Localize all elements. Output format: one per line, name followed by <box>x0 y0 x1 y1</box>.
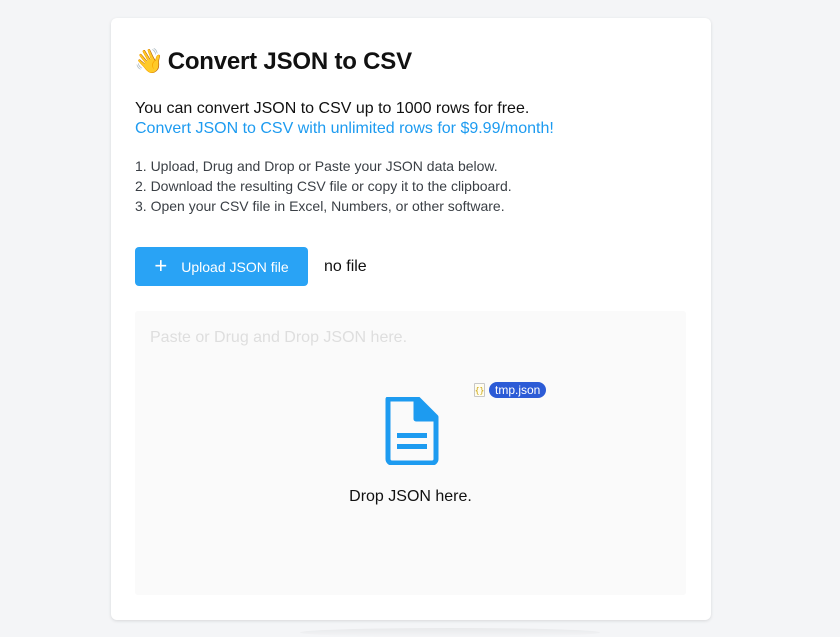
page-title: 👋 Convert JSON to CSV <box>134 48 412 76</box>
plus-icon: + <box>154 252 168 278</box>
instructions-list: 1. Upload, Drug and Drop or Paste your J… <box>135 156 512 216</box>
json-dropzone[interactable]: Drop JSON here. {} tmp.json <box>135 311 686 595</box>
drop-label: Drop JSON here. <box>349 488 472 505</box>
instruction-step: 1. Upload, Drug and Drop or Paste your J… <box>135 158 498 174</box>
document-icon <box>385 397 439 465</box>
dragged-file-name: tmp.json <box>489 382 547 398</box>
json-file-icon: {} <box>474 383 485 397</box>
file-status: no file <box>324 258 367 275</box>
free-limit-text: You can convert JSON to CSV up to 1000 r… <box>135 100 530 117</box>
upgrade-link[interactable]: Convert JSON to CSV with unlimited rows … <box>135 120 554 138</box>
instruction-step: 2. Download the resulting CSV file or co… <box>135 178 512 194</box>
upload-button-label: Upload JSON file <box>181 258 289 275</box>
title-text: Convert JSON to CSV <box>167 48 412 75</box>
instruction-step: 3. Open your CSV file in Excel, Numbers,… <box>135 198 505 214</box>
waving-hand-icon: 👋 <box>134 48 164 75</box>
footer-shadow <box>300 628 600 637</box>
upload-json-button[interactable]: + Upload JSON file <box>135 247 308 286</box>
dragged-file-chip[interactable]: {} tmp.json <box>474 382 547 398</box>
converter-card: 👋 Convert JSON to CSV You can convert JS… <box>111 18 711 620</box>
